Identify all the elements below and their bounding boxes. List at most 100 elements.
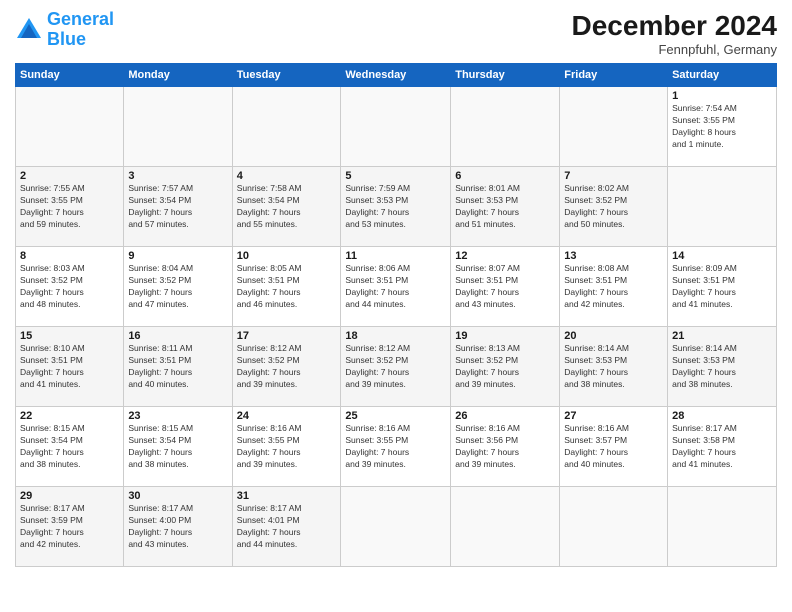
sunset: Sunset: 3:58 PM xyxy=(672,435,735,445)
day-number: 18 xyxy=(345,330,446,342)
col-sunday: Sunday xyxy=(16,64,124,87)
day-info: Sunrise: 8:10 AM Sunset: 3:51 PM Dayligh… xyxy=(20,343,119,391)
day-info: Sunrise: 8:11 AM Sunset: 3:51 PM Dayligh… xyxy=(128,343,227,391)
sunrise: Sunrise: 7:59 AM xyxy=(345,183,410,193)
sunset: Sunset: 3:53 PM xyxy=(455,195,518,205)
table-row xyxy=(668,487,777,567)
table-row: 26 Sunrise: 8:16 AM Sunset: 3:56 PM Dayl… xyxy=(451,407,560,487)
daylight: Daylight: 8 hours xyxy=(672,127,736,137)
daylight: Daylight: 7 hours xyxy=(20,447,84,457)
table-row: 9 Sunrise: 8:04 AM Sunset: 3:52 PM Dayli… xyxy=(124,247,232,327)
table-row: 18 Sunrise: 8:12 AM Sunset: 3:52 PM Dayl… xyxy=(341,327,451,407)
daylight-minutes: and 55 minutes. xyxy=(237,219,297,229)
day-number: 9 xyxy=(128,250,227,262)
sunset: Sunset: 3:51 PM xyxy=(128,355,191,365)
daylight: Daylight: 7 hours xyxy=(672,287,736,297)
sunset: Sunset: 3:51 PM xyxy=(455,275,518,285)
day-info: Sunrise: 8:02 AM Sunset: 3:52 PM Dayligh… xyxy=(564,183,663,231)
day-info: Sunrise: 8:03 AM Sunset: 3:52 PM Dayligh… xyxy=(20,263,119,311)
daylight: Daylight: 7 hours xyxy=(672,367,736,377)
daylight-minutes: and 41 minutes. xyxy=(672,299,732,309)
day-number: 19 xyxy=(455,330,555,342)
day-number: 20 xyxy=(564,330,663,342)
table-row: 6 Sunrise: 8:01 AM Sunset: 3:53 PM Dayli… xyxy=(451,167,560,247)
header-row: Sunday Monday Tuesday Wednesday Thursday… xyxy=(16,64,777,87)
table-row: 30 Sunrise: 8:17 AM Sunset: 4:00 PM Dayl… xyxy=(124,487,232,567)
sunrise: Sunrise: 8:02 AM xyxy=(564,183,629,193)
day-number: 25 xyxy=(345,410,446,422)
table-row xyxy=(341,487,451,567)
calendar-week-0: 1 Sunrise: 7:54 AM Sunset: 3:55 PM Dayli… xyxy=(16,87,777,167)
day-number: 30 xyxy=(128,490,227,502)
sunset: Sunset: 3:52 PM xyxy=(237,355,300,365)
sunset: Sunset: 3:53 PM xyxy=(345,195,408,205)
sunrise: Sunrise: 8:10 AM xyxy=(20,343,85,353)
daylight: Daylight: 7 hours xyxy=(455,367,519,377)
daylight-minutes: and 38 minutes. xyxy=(672,379,732,389)
daylight-minutes: and 39 minutes. xyxy=(455,379,515,389)
day-info: Sunrise: 8:17 AM Sunset: 3:59 PM Dayligh… xyxy=(20,503,119,551)
title-area: December 2024 Fennpfuhl, Germany xyxy=(572,10,777,57)
sunrise: Sunrise: 8:03 AM xyxy=(20,263,85,273)
daylight-minutes: and 41 minutes. xyxy=(672,459,732,469)
table-row: 3 Sunrise: 7:57 AM Sunset: 3:54 PM Dayli… xyxy=(124,167,232,247)
day-number: 12 xyxy=(455,250,555,262)
day-info: Sunrise: 8:06 AM Sunset: 3:51 PM Dayligh… xyxy=(345,263,446,311)
day-number: 13 xyxy=(564,250,663,262)
col-friday: Friday xyxy=(560,64,668,87)
day-info: Sunrise: 7:55 AM Sunset: 3:55 PM Dayligh… xyxy=(20,183,119,231)
day-info: Sunrise: 7:54 AM Sunset: 3:55 PM Dayligh… xyxy=(672,103,772,151)
daylight-minutes: and 50 minutes. xyxy=(564,219,624,229)
logo: General Blue xyxy=(15,10,114,50)
sunset: Sunset: 3:54 PM xyxy=(237,195,300,205)
day-number: 21 xyxy=(672,330,772,342)
daylight-minutes: and 42 minutes. xyxy=(20,539,80,549)
daylight-minutes: and 39 minutes. xyxy=(237,459,297,469)
day-number: 5 xyxy=(345,170,446,182)
day-info: Sunrise: 8:17 AM Sunset: 3:58 PM Dayligh… xyxy=(672,423,772,471)
day-number: 23 xyxy=(128,410,227,422)
daylight-minutes: and 41 minutes. xyxy=(20,379,80,389)
daylight: Daylight: 7 hours xyxy=(128,207,192,217)
sunrise: Sunrise: 7:57 AM xyxy=(128,183,193,193)
sunset: Sunset: 3:53 PM xyxy=(672,355,735,365)
table-row: 7 Sunrise: 8:02 AM Sunset: 3:52 PM Dayli… xyxy=(560,167,668,247)
table-row: 31 Sunrise: 8:17 AM Sunset: 4:01 PM Dayl… xyxy=(232,487,341,567)
daylight: Daylight: 7 hours xyxy=(128,367,192,377)
daylight: Daylight: 7 hours xyxy=(237,287,301,297)
sunrise: Sunrise: 8:08 AM xyxy=(564,263,629,273)
day-number: 15 xyxy=(20,330,119,342)
sunrise: Sunrise: 8:01 AM xyxy=(455,183,520,193)
table-row: 23 Sunrise: 8:15 AM Sunset: 3:54 PM Dayl… xyxy=(124,407,232,487)
table-row: 2 Sunrise: 7:55 AM Sunset: 3:55 PM Dayli… xyxy=(16,167,124,247)
daylight-minutes: and 44 minutes. xyxy=(237,539,297,549)
sunset: Sunset: 3:52 PM xyxy=(128,275,191,285)
header: General Blue December 2024 Fennpfuhl, Ge… xyxy=(15,10,777,57)
sunset: Sunset: 3:51 PM xyxy=(672,275,735,285)
daylight: Daylight: 7 hours xyxy=(455,447,519,457)
sunrise: Sunrise: 8:16 AM xyxy=(345,423,410,433)
day-number: 22 xyxy=(20,410,119,422)
daylight: Daylight: 7 hours xyxy=(455,207,519,217)
calendar-table: Sunday Monday Tuesday Wednesday Thursday… xyxy=(15,63,777,567)
table-row xyxy=(16,87,124,167)
sunrise: Sunrise: 8:16 AM xyxy=(455,423,520,433)
day-info: Sunrise: 8:08 AM Sunset: 3:51 PM Dayligh… xyxy=(564,263,663,311)
sunrise: Sunrise: 8:14 AM xyxy=(564,343,629,353)
daylight-minutes: and 57 minutes. xyxy=(128,219,188,229)
table-row: 4 Sunrise: 7:58 AM Sunset: 3:54 PM Dayli… xyxy=(232,167,341,247)
daylight-minutes: and 43 minutes. xyxy=(455,299,515,309)
daylight: Daylight: 7 hours xyxy=(345,287,409,297)
daylight: Daylight: 7 hours xyxy=(345,447,409,457)
table-row xyxy=(124,87,232,167)
calendar-week-4: 22 Sunrise: 8:15 AM Sunset: 3:54 PM Dayl… xyxy=(16,407,777,487)
day-number: 16 xyxy=(128,330,227,342)
day-number: 27 xyxy=(564,410,663,422)
sunset: Sunset: 3:59 PM xyxy=(20,515,83,525)
sunset: Sunset: 4:01 PM xyxy=(237,515,300,525)
daylight-minutes: and 38 minutes. xyxy=(20,459,80,469)
daylight: Daylight: 7 hours xyxy=(672,447,736,457)
day-number: 2 xyxy=(20,170,119,182)
table-row xyxy=(341,87,451,167)
sunrise: Sunrise: 8:07 AM xyxy=(455,263,520,273)
